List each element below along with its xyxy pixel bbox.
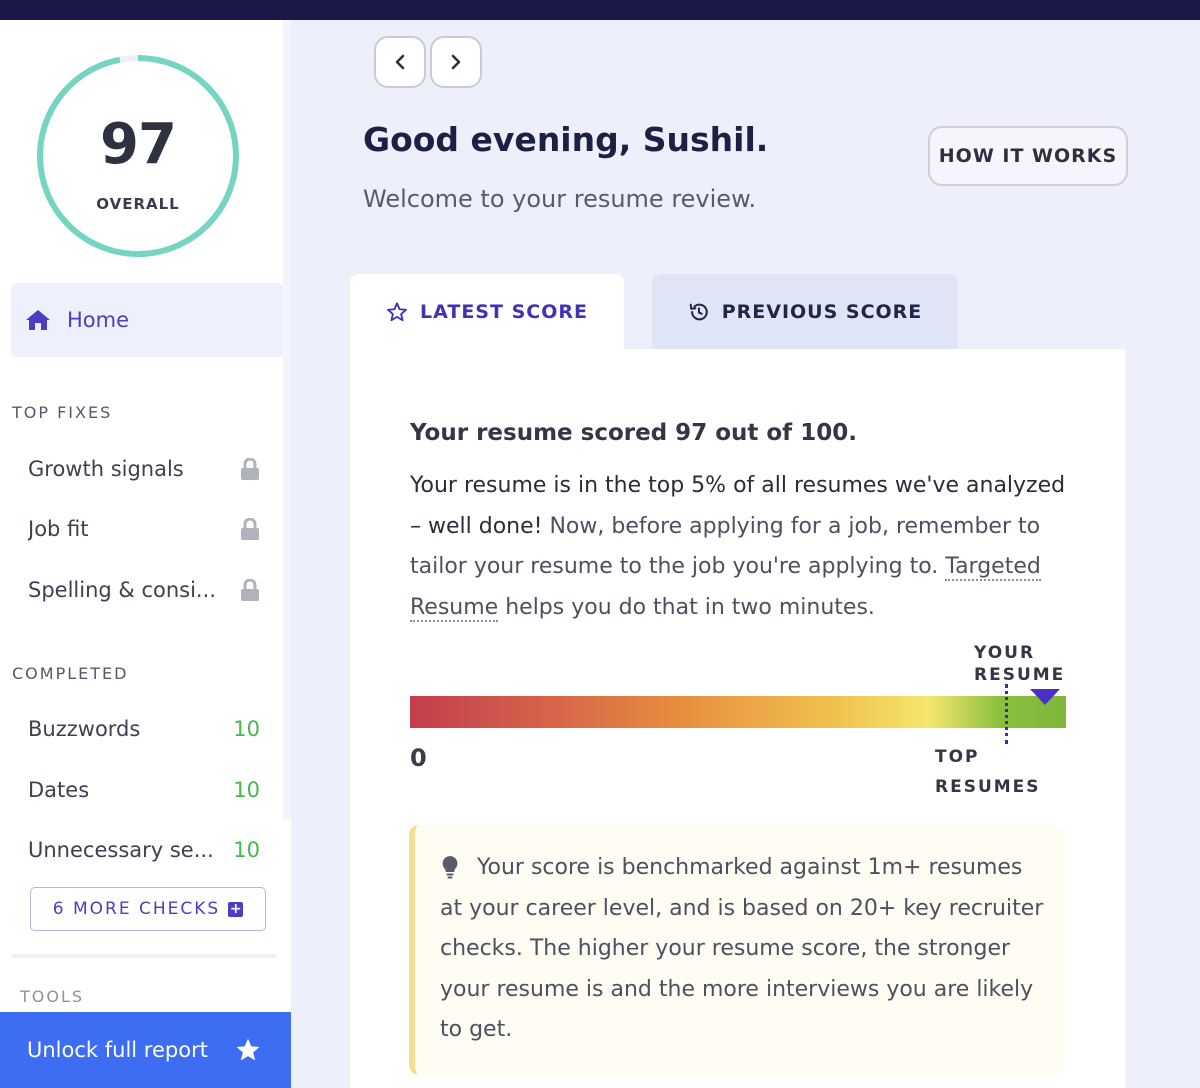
tab-previous-score[interactable]: PREVIOUS SCORE xyxy=(652,274,958,350)
tab-label: LATEST SCORE xyxy=(420,301,588,323)
overall-score-label: OVERALL xyxy=(96,195,180,213)
sidebar-item-job-fit[interactable]: Job fit xyxy=(28,509,260,549)
lock-icon xyxy=(241,518,259,540)
score-description-end: helps you do that in two minutes. xyxy=(498,594,875,620)
star-icon xyxy=(236,1038,260,1061)
welcome-subtitle: Welcome to your resume review. xyxy=(363,185,757,213)
how-it-works-button[interactable]: HOW IT WORKS xyxy=(928,126,1128,186)
plus-icon: + xyxy=(228,900,244,917)
top-resumes-label: TOP RESUMES xyxy=(935,747,1041,797)
tab-label: PREVIOUS SCORE xyxy=(721,301,923,323)
back-button[interactable] xyxy=(374,36,426,88)
sidebar-item-label: Unnecessary se... xyxy=(28,838,214,862)
top-fixes-heading: TOP FIXES xyxy=(12,403,113,422)
tools-heading: TOOLS xyxy=(20,987,85,1006)
sidebar-item-home[interactable]: Home xyxy=(11,283,283,357)
check-score: 10 xyxy=(233,838,260,862)
sidebar-item-label: Job fit xyxy=(28,517,89,541)
sidebar-divider xyxy=(12,954,276,958)
sidebar-item-spelling[interactable]: Spelling & consi... xyxy=(28,570,260,610)
sidebar-item-dates[interactable]: Dates 10 xyxy=(28,770,260,810)
bar-min-label: 0 xyxy=(410,744,427,772)
more-checks-button[interactable]: 6 MORE CHECKS + xyxy=(30,887,266,931)
chevron-right-icon xyxy=(451,54,461,70)
lock-icon xyxy=(241,458,259,480)
forward-button[interactable] xyxy=(430,36,482,88)
top-resumes-marker-line xyxy=(1005,684,1008,744)
sidebar-item-unnecessary-sections[interactable]: Unnecessary se... 10 xyxy=(28,830,260,870)
history-icon xyxy=(689,303,708,321)
check-score: 10 xyxy=(233,778,260,802)
your-resume-label: YOUR RESUME xyxy=(974,643,1066,685)
sidebar-item-label: Spelling & consi... xyxy=(28,578,216,602)
score-gradient-bar xyxy=(410,696,1066,728)
sidebar-item-label: Growth signals xyxy=(28,457,184,481)
more-checks-label: 6 MORE CHECKS xyxy=(52,899,221,919)
tab-latest-score[interactable]: LATEST SCORE xyxy=(350,274,624,350)
sidebar-item-label: Buzzwords xyxy=(28,717,141,741)
sidebar-item-label: Home xyxy=(67,308,130,332)
score-heading: Your resume scored 97 out of 100. xyxy=(410,420,857,446)
sidebar-item-label: Dates xyxy=(28,778,90,802)
greeting-title: Good evening, Sushil. xyxy=(363,120,769,159)
sidebar-item-buzzwords[interactable]: Buzzwords 10 xyxy=(28,709,260,749)
overall-score-value: 97 xyxy=(100,112,177,177)
sidebar-item-growth-signals[interactable]: Growth signals xyxy=(28,449,260,489)
benchmark-tip-text: Your score is benchmarked against 1m+ re… xyxy=(440,855,1044,1042)
top-bar xyxy=(0,0,1200,20)
star-outline-icon xyxy=(387,302,407,322)
home-icon xyxy=(26,310,50,330)
unlock-label: Unlock full report xyxy=(27,1038,208,1062)
lock-icon xyxy=(241,579,259,601)
check-score: 10 xyxy=(233,717,260,741)
unlock-full-report-button[interactable]: Unlock full report xyxy=(0,1012,291,1088)
chevron-left-icon xyxy=(395,54,405,70)
your-resume-marker xyxy=(1030,689,1060,705)
score-description: Your resume is in the top 5% of all resu… xyxy=(410,466,1070,628)
sidebar-scrollbar[interactable] xyxy=(283,20,291,820)
completed-heading: COMPLETED xyxy=(12,664,129,683)
